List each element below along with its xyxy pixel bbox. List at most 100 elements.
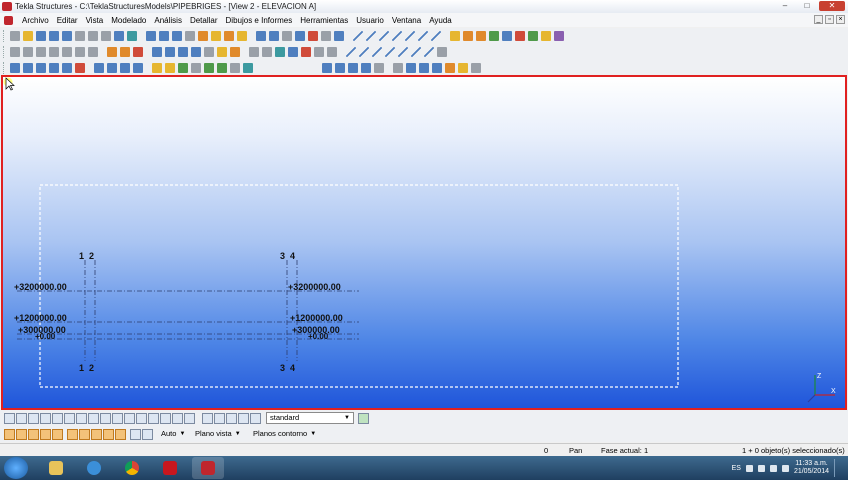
select-switch-points-icon[interactable] <box>16 412 27 424</box>
select-switch-assembly-icon[interactable] <box>250 412 261 424</box>
snap-orthogonal-icon[interactable] <box>406 63 416 73</box>
assembly-icon[interactable] <box>249 47 259 57</box>
menu-usuario[interactable]: Usuario <box>352 16 388 25</box>
component-icon[interactable] <box>295 31 305 41</box>
snap-grid-icon[interactable] <box>437 47 447 57</box>
cut-icon[interactable] <box>133 47 143 57</box>
taskbar-ie[interactable] <box>78 457 110 479</box>
move-object-icon[interactable] <box>476 31 486 41</box>
select-switch-views-icon[interactable] <box>100 412 111 424</box>
select-switch-distances-icon[interactable] <box>214 412 225 424</box>
menu-editar[interactable]: Editar <box>53 16 82 25</box>
select-switch-gridlines-icon[interactable] <box>64 412 75 424</box>
grid-icon[interactable] <box>275 47 285 57</box>
select-switch-pour-icon[interactable] <box>238 412 249 424</box>
menu-vista[interactable]: Vista <box>82 16 108 25</box>
snap-line-icon[interactable] <box>346 47 356 57</box>
select-switch-bolts-icon[interactable] <box>112 412 123 424</box>
snap-end-icon[interactable] <box>359 47 369 57</box>
beam-icon[interactable] <box>23 47 33 57</box>
taskbar-explorer[interactable] <box>40 457 72 479</box>
footing-icon[interactable] <box>204 47 214 57</box>
show-desktop-button[interactable] <box>834 459 842 477</box>
select-cuts-icon[interactable] <box>94 63 104 73</box>
select-surfaces-icon[interactable] <box>36 63 46 73</box>
plane-select[interactable]: Plano vista ▼ <box>192 428 250 440</box>
snap-switch-mid-icon[interactable] <box>67 428 78 440</box>
snap-perpendicular-icon[interactable] <box>398 47 408 57</box>
flag-icon[interactable] <box>781 464 789 472</box>
snap-polygon-icon[interactable] <box>458 63 468 73</box>
select-assemblies-icon[interactable] <box>152 63 162 73</box>
catalog-icon[interactable] <box>334 31 344 41</box>
select-switch-loads-icon[interactable] <box>184 412 195 424</box>
snap-switch-nearest-icon[interactable] <box>115 428 126 440</box>
bolt-measure-icon[interactable] <box>418 31 428 41</box>
select-switch-components-icon[interactable] <box>124 412 135 424</box>
toolbar-grip[interactable] <box>3 46 6 58</box>
select-switch-rebar-icon[interactable] <box>226 412 237 424</box>
select-objects-in-assemblies-icon[interactable] <box>165 63 175 73</box>
arc-icon[interactable] <box>405 31 415 41</box>
reference-model-icon[interactable] <box>288 47 298 57</box>
select-parts-icon[interactable] <box>23 63 33 73</box>
tekla-online-icon[interactable] <box>515 31 525 41</box>
snap-tangent-icon[interactable] <box>445 63 455 73</box>
measure-angle-icon[interactable] <box>379 31 389 41</box>
select-icon[interactable] <box>198 31 208 41</box>
select-switch-cuts-icon[interactable] <box>88 412 99 424</box>
language-indicator[interactable]: ES <box>732 465 741 472</box>
properties-icon[interactable] <box>321 31 331 41</box>
snap-relative-icon[interactable] <box>419 63 429 73</box>
select-points-icon[interactable] <box>49 63 59 73</box>
select-switch-grids-icon[interactable] <box>52 412 63 424</box>
menu-modelado[interactable]: Modelado <box>107 16 150 25</box>
construction-line-icon[interactable] <box>314 47 324 57</box>
filter-settings-icon[interactable] <box>358 412 369 424</box>
snap-absolute-icon[interactable] <box>432 63 442 73</box>
select-distances-icon[interactable] <box>217 63 227 73</box>
cast-unit-icon[interactable] <box>262 47 272 57</box>
select-planes-icon[interactable] <box>230 63 240 73</box>
window-icon[interactable] <box>146 31 156 41</box>
drawing-list-icon[interactable] <box>224 31 234 41</box>
concrete-column-icon[interactable] <box>152 47 162 57</box>
snap-intersection-icon[interactable] <box>385 47 395 57</box>
rebar-group-icon[interactable] <box>230 47 240 57</box>
move-icon[interactable] <box>101 31 111 41</box>
minimize-button[interactable]: – <box>775 1 795 11</box>
menu-archivo[interactable]: Archivo <box>18 16 53 25</box>
select-loads-icon[interactable] <box>204 63 214 73</box>
snap-switch-intersection-icon[interactable] <box>79 428 90 440</box>
column-icon[interactable] <box>10 47 20 57</box>
snap-mid-icon[interactable] <box>372 47 382 57</box>
select-switch-surfaces-icon[interactable] <box>40 412 51 424</box>
snap-settings-icon[interactable] <box>471 63 481 73</box>
concrete-slab-icon[interactable] <box>191 47 201 57</box>
taskbar-chrome[interactable] <box>116 457 148 479</box>
document-icon[interactable] <box>4 15 13 25</box>
taskbar-acrobat[interactable] <box>154 457 186 479</box>
select-switch-details-icon[interactable] <box>148 412 159 424</box>
rebar-icon[interactable] <box>217 47 227 57</box>
weld-icon[interactable] <box>120 47 130 57</box>
contour-plate-icon[interactable] <box>75 47 85 57</box>
select-welds-icon[interactable] <box>75 63 85 73</box>
open-model-icon[interactable] <box>23 31 33 41</box>
snap-switch-override-icon[interactable] <box>142 428 153 440</box>
select-views-icon[interactable] <box>107 63 117 73</box>
menu-ayuda[interactable]: Ayuda <box>425 16 456 25</box>
concrete-panel-icon[interactable] <box>178 47 188 57</box>
snap-extension-icon[interactable] <box>411 47 421 57</box>
snap-geometry-icon[interactable] <box>335 63 345 73</box>
snap-switch-center-icon[interactable] <box>52 428 63 440</box>
curved-beam-icon[interactable] <box>49 47 59 57</box>
line-icon[interactable] <box>431 31 441 41</box>
zoom-icon[interactable] <box>185 31 195 41</box>
snap-switch-points-icon[interactable] <box>28 428 39 440</box>
play-icon[interactable] <box>541 31 551 41</box>
dimension-icon[interactable] <box>353 31 363 41</box>
select-bolts-icon[interactable] <box>120 63 130 73</box>
select-switch-parts-icon[interactable] <box>28 412 39 424</box>
snap-reference-icon[interactable] <box>322 63 332 73</box>
